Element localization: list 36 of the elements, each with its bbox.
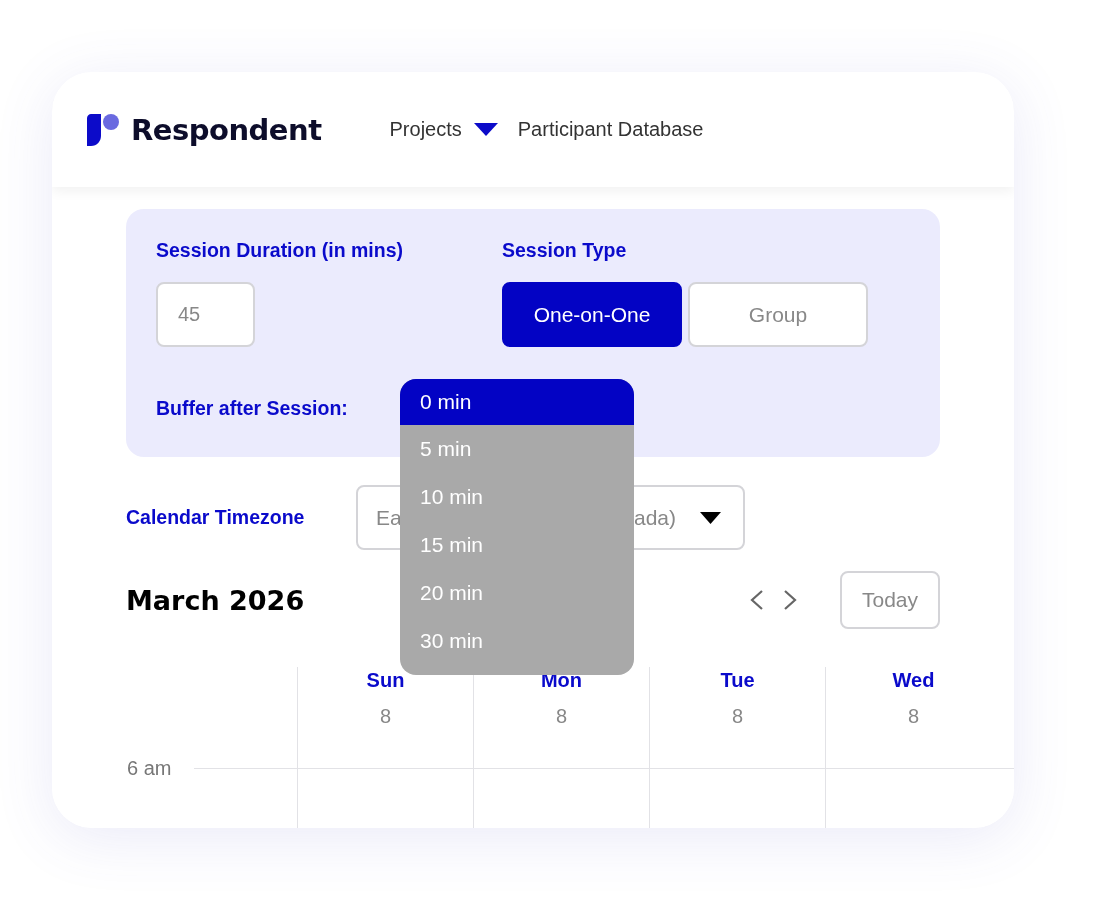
month-title: March 2026: [126, 584, 305, 616]
time-slot[interactable]: [473, 768, 649, 828]
dropdown-option[interactable]: 0 min: [400, 379, 634, 425]
session-type-button[interactable]: One-on-One: [502, 282, 682, 347]
brand-name: Respondent: [131, 112, 322, 147]
dropdown-option[interactable]: 15 min: [400, 521, 634, 569]
day-date: 8: [731, 705, 744, 728]
time-slot[interactable]: [825, 768, 1001, 828]
logo-icon: [87, 113, 120, 146]
duration-field[interactable]: 45: [156, 282, 255, 347]
time-slot[interactable]: [649, 768, 825, 828]
dropdown-option[interactable]: 5 min: [400, 425, 634, 473]
dropdown-option[interactable]: 10 min: [400, 473, 634, 521]
nav-link[interactable]: Participant Database: [517, 118, 704, 141]
field-label: Session Duration (in mins): [156, 239, 405, 262]
day-name: Sun: [366, 669, 405, 692]
day-date: 8: [907, 705, 920, 728]
day-name: Tue: [720, 669, 755, 692]
caret-icon: [700, 511, 721, 524]
dropdown-option[interactable]: 30 min: [400, 617, 634, 665]
day-date: 8: [379, 705, 392, 728]
session-type-button[interactable]: Group: [688, 282, 868, 347]
chevron-right-icon: [782, 589, 798, 611]
select-value: Ea: [376, 505, 402, 530]
day-name: Wed: [892, 669, 935, 692]
nav-menu[interactable]: Projects: [389, 118, 462, 141]
day-date: 8: [555, 705, 568, 728]
select-value: ada): [633, 505, 676, 530]
time-slot[interactable]: [297, 768, 473, 828]
today-button[interactable]: Today: [840, 571, 940, 629]
field-label: Session Type: [502, 239, 628, 262]
field-label: Calendar Timezone: [126, 506, 306, 529]
field-label: Buffer after Session:: [156, 396, 348, 420]
chevron-left-icon: [749, 589, 765, 611]
caret-icon: [473, 122, 498, 137]
dropdown-option[interactable]: 20 min: [400, 569, 634, 617]
